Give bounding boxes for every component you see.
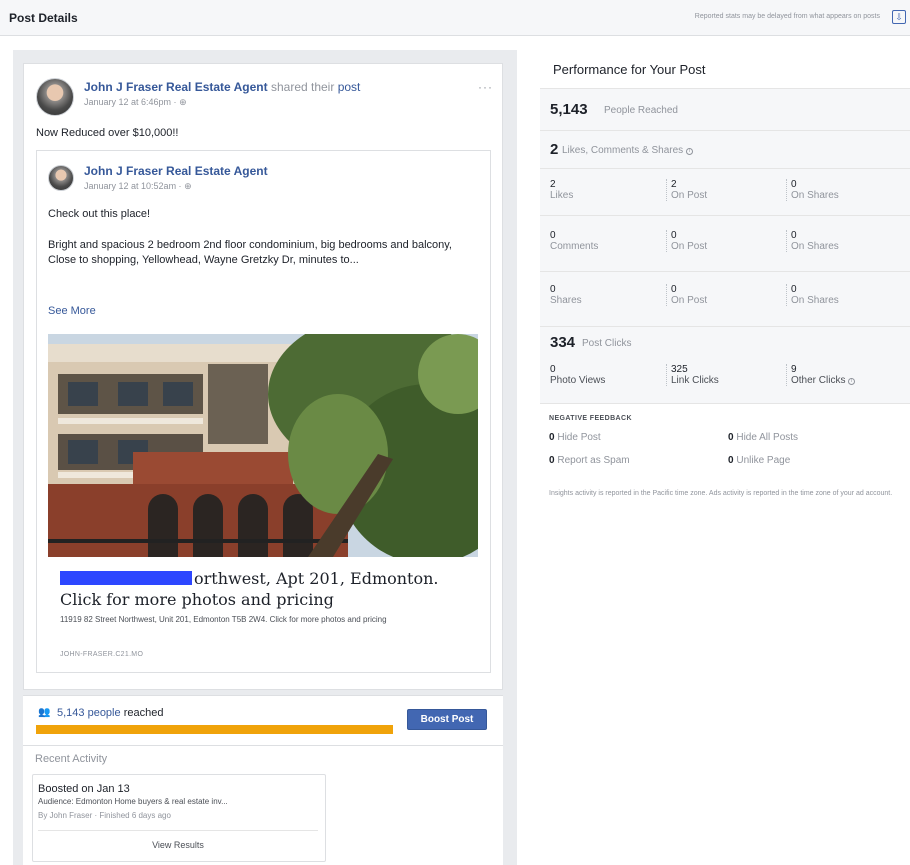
report-spam-stat: 0 Report as Spam — [549, 455, 630, 466]
listing-link-description[interactable]: 11919 82 Street Northwest, Unit 201, Edm… — [60, 614, 470, 626]
post-timestamp[interactable]: January 12 at 6:46pm · ⊕ — [84, 97, 187, 108]
comments-row: 0 Comments 0 On Post 0 On Shares — [540, 215, 910, 271]
engagement-label: Likes, Comments & Shares i — [562, 145, 693, 156]
activity-divider — [38, 830, 318, 831]
likes-total: 2 Likes — [550, 179, 574, 201]
people-reached-value: 5,143 — [550, 101, 588, 118]
negative-feedback-title: NEGATIVE FEEDBACK — [549, 415, 632, 422]
photo-views: 0 Photo Views — [550, 364, 606, 386]
listing-link-domain: JOHN-FRASER.C21.MO — [60, 651, 144, 658]
listing-link-title[interactable]: orthwest, Apt 201, Edmonton. Click for m… — [60, 568, 470, 610]
see-more-link[interactable]: See More — [48, 305, 96, 317]
info-icon[interactable]: i — [685, 148, 693, 155]
activity-title: Boosted on Jan 13 — [38, 783, 130, 795]
export-icon[interactable]: ⇩ — [892, 10, 906, 24]
shared-post-timestamp[interactable]: January 12 at 10:52am · ⊕ — [84, 181, 192, 192]
shared-author-name[interactable]: John J Fraser Real Estate Agent — [84, 164, 268, 178]
post-author-line: John J Fraser Real Estate Agent shared t… — [84, 80, 360, 94]
page-title: Post Details — [9, 11, 78, 25]
view-results-link[interactable]: View Results — [38, 840, 318, 850]
link-clicks: 325 Link Clicks — [666, 364, 719, 386]
shared-headline: Check out this place! — [48, 208, 151, 220]
post-clicks-label: Post Clicks — [582, 338, 632, 349]
shared-text: shared their — [270, 80, 335, 94]
author-name-link[interactable]: John J Fraser Real Estate Agent — [84, 80, 268, 94]
likes-on-post: 2 On Post — [666, 179, 707, 201]
post-message: Now Reduced over $10,000!! — [36, 127, 179, 139]
comments-total: 0 Comments — [550, 230, 599, 252]
post-clicks-row: 334 Post Clicks — [540, 326, 910, 356]
listing-photo[interactable] — [48, 334, 478, 557]
shares-row: 0 Shares 0 On Post 0 On Shares — [540, 271, 910, 326]
activity-audience: Audience: Edmonton Home buyers & real es… — [38, 797, 228, 806]
people-reached-link[interactable]: 5,143 people — [57, 707, 121, 719]
globe-icon: ⊕ — [179, 97, 187, 107]
unlike-page-stat: 0 Unlike Page — [728, 455, 791, 466]
likes-on-shares: 0 On Shares — [786, 179, 839, 201]
shares-total: 0 Shares — [550, 284, 582, 306]
other-clicks: 9 Other Clicks i — [786, 364, 856, 386]
performance-title: Performance for Your Post — [553, 62, 706, 77]
listing-photo-art — [48, 334, 478, 557]
engagement-value: 2 — [550, 141, 559, 158]
boost-post-button[interactable]: Boost Post — [407, 709, 487, 730]
comments-on-post: 0 On Post — [666, 230, 707, 252]
shared-author-avatar[interactable] — [48, 165, 74, 191]
people-reached-row: 5,143 People Reached — [540, 88, 910, 130]
delay-note: Reported stats may be delayed from what … — [694, 13, 880, 20]
comments-on-shares: 0 On Shares — [786, 230, 839, 252]
activity-byline: By John Fraser · Finished 6 days ago — [38, 811, 171, 820]
info-icon[interactable]: i — [848, 378, 856, 385]
post-link[interactable]: post — [338, 80, 361, 94]
engagement-row: 2 Likes, Comments & Shares i — [540, 130, 910, 168]
insights-footnote: Insights activity is reported in the Pac… — [549, 490, 893, 497]
shared-body-text: Bright and spacious 2 bedroom 2nd floor … — [48, 239, 452, 266]
reach-summary: 5,143 people reached — [57, 707, 164, 719]
recent-activity-title: Recent Activity — [35, 753, 108, 765]
post-clicks-value: 334 — [550, 334, 576, 351]
more-icon[interactable]: ··· — [478, 80, 493, 94]
likes-row: 2 Likes 2 On Post 0 On Shares — [540, 168, 910, 215]
reach-progress-bar — [36, 725, 393, 734]
shares-on-post: 0 On Post — [666, 284, 707, 306]
hide-all-posts-stat: 0 Hide All Posts — [728, 432, 799, 443]
shares-on-shares: 0 On Shares — [786, 284, 839, 306]
people-icon: 👥 — [38, 707, 51, 718]
hide-post-stat: 0 Hide Post — [549, 432, 601, 443]
globe-icon: ⊕ — [184, 181, 192, 191]
page-header: Post Details Reported stats may be delay… — [0, 0, 910, 36]
people-reached-label: People Reached — [604, 105, 678, 116]
clicks-breakdown-row: 0 Photo Views 325 Link Clicks 9 Other Click… — [540, 356, 910, 403]
author-avatar[interactable] — [36, 78, 74, 116]
redacted-address — [60, 571, 192, 585]
